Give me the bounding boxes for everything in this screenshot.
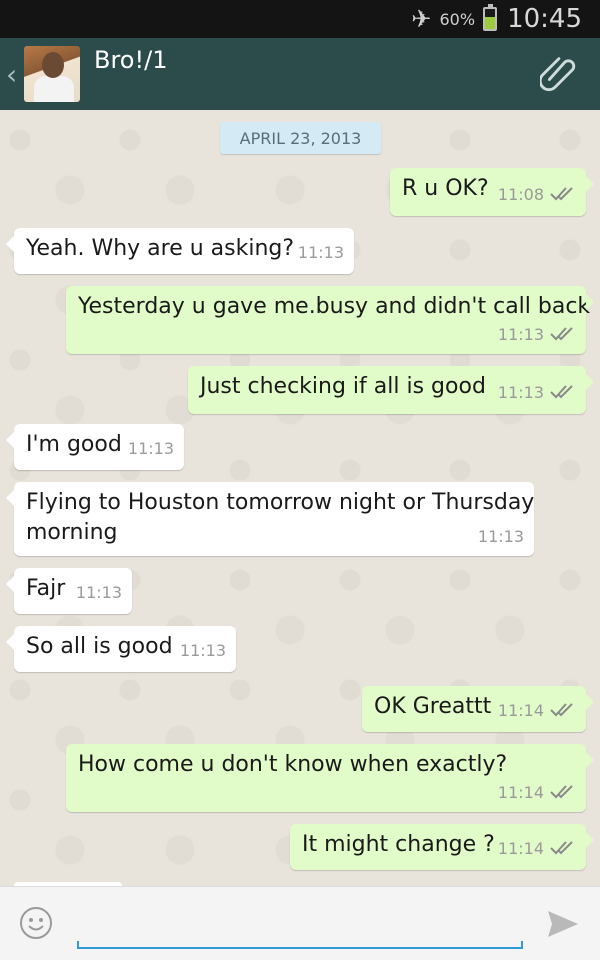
message-bubble-incoming[interactable]: Yeah. Why are u asking? 11:13 (6, 228, 354, 274)
message-input[interactable] (77, 941, 523, 949)
message-text: Yesterday u gave me.busy and didn't call… (78, 294, 591, 319)
message-meta: 11:13 (298, 237, 344, 268)
message-meta: 11:14 (498, 695, 576, 726)
avatar-figure-shirt (34, 76, 74, 102)
message-text-line-1: Flying to Houston tomorrow night or Thur… (26, 490, 535, 515)
message-meta: 11:13 (128, 433, 174, 464)
airplane-mode-icon: ✈ (411, 5, 432, 33)
message-bubble-incoming[interactable]: Flying to Houston tomorrow night or Thur… (6, 482, 534, 556)
message-bubble-incoming[interactable]: So all is good 11:13 (6, 626, 236, 672)
message-bubble-outgoing[interactable]: R u OK? 11:08 (390, 168, 594, 216)
double-check-icon (550, 841, 573, 855)
double-check-icon (550, 327, 573, 341)
message-list[interactable]: APRIL 23, 2013 R u OK? 11:08 Yeah. Why a… (0, 110, 600, 886)
message-text: Flying to Houston tomorrow night or Thur… (26, 488, 534, 548)
message-meta: 11:13 (498, 377, 576, 408)
contact-name[interactable]: Bro!/1 (94, 46, 167, 74)
message-text: OK Greattt (374, 694, 492, 719)
message-text: Yeah. Why are u asking? (26, 236, 295, 261)
message-time: 11:13 (75, 583, 122, 602)
message-meta: 11:13 (76, 577, 122, 608)
message-bubble-outgoing[interactable]: OK Greattt 11:14 (362, 686, 594, 732)
message-meta: 11:14 (498, 833, 576, 864)
message-meta: 11:13 (478, 521, 524, 552)
date-separator: APRIL 23, 2013 (220, 122, 381, 154)
message-time: 11:14 (497, 839, 544, 858)
message-meta: 11:08 (498, 179, 576, 210)
battery-icon (483, 4, 498, 31)
message-text: So all is good (26, 634, 173, 659)
status-clock: 10:45 (507, 4, 582, 34)
message-text: It might change ? (302, 832, 495, 857)
message-bubble-incoming[interactable]: I'm good 11:13 (6, 424, 184, 470)
battery-percent: 60% (439, 9, 476, 29)
message-time: 11:08 (497, 185, 544, 204)
send-icon[interactable] (546, 909, 580, 939)
message-bubble-outgoing[interactable]: It might change ? 11:14 (290, 824, 594, 870)
message-text: How come u don't know when exactly? (78, 752, 508, 777)
message-time: 11:13 (179, 641, 226, 660)
avatar-figure-head (42, 52, 64, 78)
message-text: I'm good (26, 432, 122, 457)
message-time: 11:14 (497, 701, 544, 720)
status-bar: ✈ 60% 10:45 (0, 0, 600, 38)
message-meta: 11:14 (498, 777, 576, 808)
double-check-icon (550, 385, 573, 399)
composer-bar (0, 886, 600, 960)
message-meta: 11:13 (498, 319, 576, 350)
message-text: Just checking if all is good (200, 374, 486, 399)
message-text-line-2: morning (26, 520, 118, 545)
message-bubble-outgoing[interactable]: How come u don't know when exactly? 11:1… (66, 744, 594, 812)
paperclip-attach-icon[interactable] (540, 54, 580, 94)
message-text: R u OK? (402, 176, 489, 201)
message-time: 11:13 (497, 325, 544, 344)
message-bubble-incoming[interactable]: Fajr 11:13 (6, 568, 132, 614)
message-bubble-outgoing[interactable]: Yesterday u gave me.busy and didn't call… (66, 286, 594, 354)
message-time: 11:13 (297, 243, 344, 262)
message-time: 11:14 (497, 783, 544, 802)
message-time: 11:13 (497, 383, 544, 402)
double-check-icon (550, 187, 573, 201)
double-check-icon (550, 703, 573, 717)
message-time: 11:13 (127, 439, 174, 458)
battery-fill (485, 17, 496, 29)
message-time: 11:13 (477, 527, 524, 546)
message-text: Fajr (26, 576, 66, 601)
emoji-icon[interactable] (19, 906, 53, 940)
double-check-icon (550, 785, 573, 799)
message-bubble-outgoing[interactable]: Just checking if all is good 11:13 (188, 366, 594, 414)
back-chevron-icon[interactable]: ‹ (6, 58, 20, 91)
message-meta: 11:13 (180, 635, 226, 666)
avatar[interactable] (24, 46, 80, 102)
chat-header: ‹ Bro!/1 (0, 38, 600, 110)
